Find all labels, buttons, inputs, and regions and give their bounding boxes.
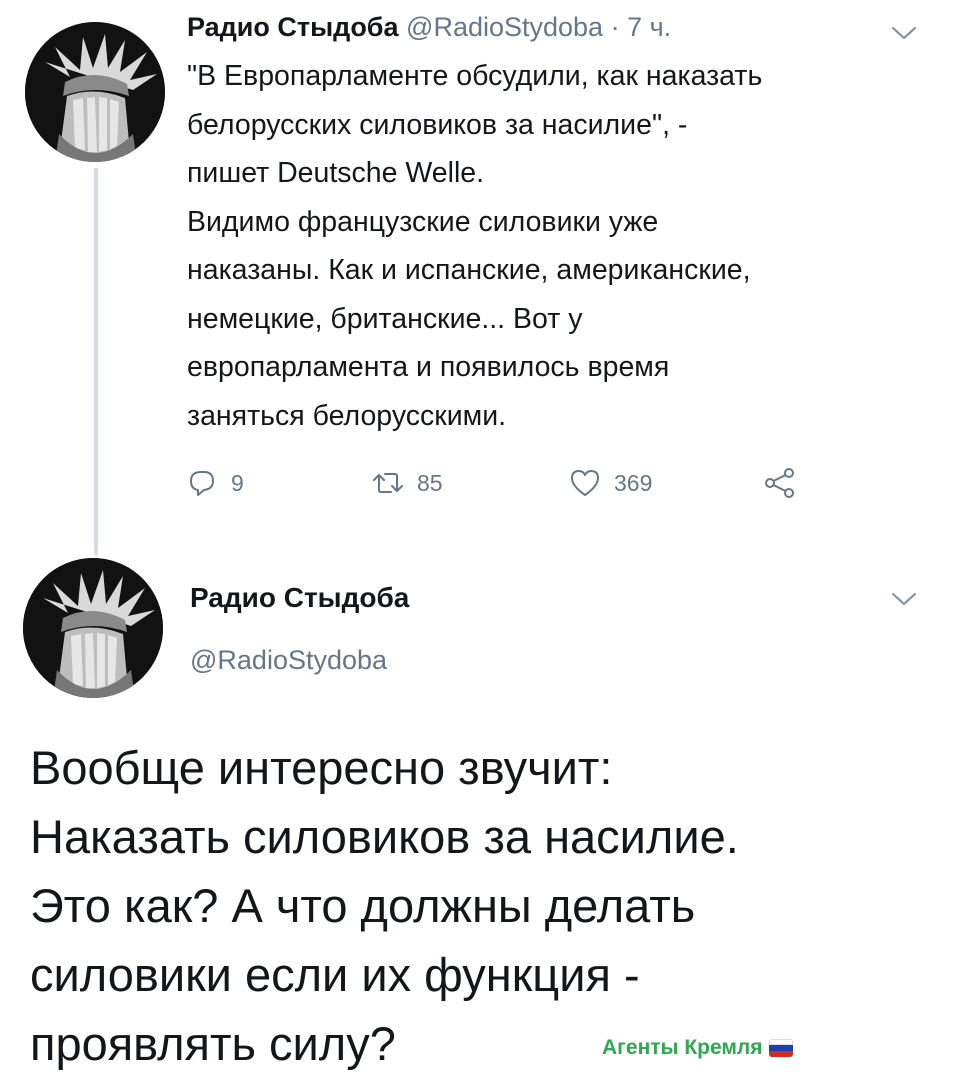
tweet-text: Вообще интересно звучит: Наказать силови… — [30, 733, 930, 1078]
reply-button[interactable]: 9 — [185, 466, 244, 500]
tweet-line: белорусских силовиков за насилие", - — [187, 108, 688, 141]
tweet-line: европарламента и появилось время — [187, 351, 670, 383]
tweet-line: Это как? А что должны делать — [30, 879, 696, 932]
reply-icon — [190, 471, 214, 496]
tweet-line: проявлять силу? — [30, 1017, 396, 1070]
statue-avatar-image — [23, 558, 163, 698]
author-handle[interactable]: @RadioStydoba — [406, 12, 603, 42]
tweet-text: "В Европарламенте обсудили, как наказать… — [187, 52, 937, 440]
retweet-icon — [373, 473, 403, 493]
tweet-line: наказаны. Как и испанские, американские, — [187, 254, 751, 286]
author-name[interactable]: Радио Стыдоба — [187, 12, 399, 42]
like-count: 369 — [614, 469, 653, 496]
statue-avatar-image — [25, 22, 165, 162]
avatar[interactable] — [23, 558, 163, 698]
retweet-button[interactable]: 85 — [371, 466, 443, 500]
retweet-count: 85 — [417, 469, 443, 496]
reply-count: 9 — [231, 469, 244, 496]
russian-flag-icon — [768, 1039, 793, 1057]
tweet-line: заняться белорусскими. — [187, 399, 507, 432]
tweet-line: Вообще интересно звучит: — [30, 741, 613, 794]
tweet-line: Видимо французские силовики уже — [187, 205, 659, 238]
like-button[interactable]: 369 — [568, 466, 652, 500]
thread-line — [94, 168, 98, 556]
tweet-time[interactable]: · 7 ч. — [611, 12, 672, 42]
author-name[interactable]: Радио Стыдоба — [190, 582, 409, 614]
tweet-line: пишет Deutsche Welle. — [187, 157, 485, 189]
tweet-actions: 9 85 369 — [185, 466, 825, 506]
like-icon — [571, 470, 599, 496]
tweet-line: силовики если их функция - — [30, 948, 640, 1001]
chevron-down-icon[interactable] — [890, 590, 918, 608]
avatar[interactable] — [25, 22, 165, 162]
watermark-text: Агенты Кремля — [602, 1036, 763, 1059]
author-handle[interactable]: @RadioStydoba — [190, 645, 387, 676]
share-icon — [765, 468, 794, 498]
watermark: Агенты Кремля — [602, 1036, 793, 1060]
tweet-line: "В Европарламенте обсудили, как наказать — [187, 60, 763, 92]
tweet-line: Наказать силовиков за насилие. — [30, 810, 739, 863]
share-button[interactable] — [763, 466, 797, 500]
chevron-down-icon[interactable] — [890, 24, 918, 42]
tweet-header: Радио Стыдоба @RadioStydoba · 7 ч. — [187, 12, 671, 43]
tweet-line: немецкие, британские... Вот у — [187, 302, 583, 335]
